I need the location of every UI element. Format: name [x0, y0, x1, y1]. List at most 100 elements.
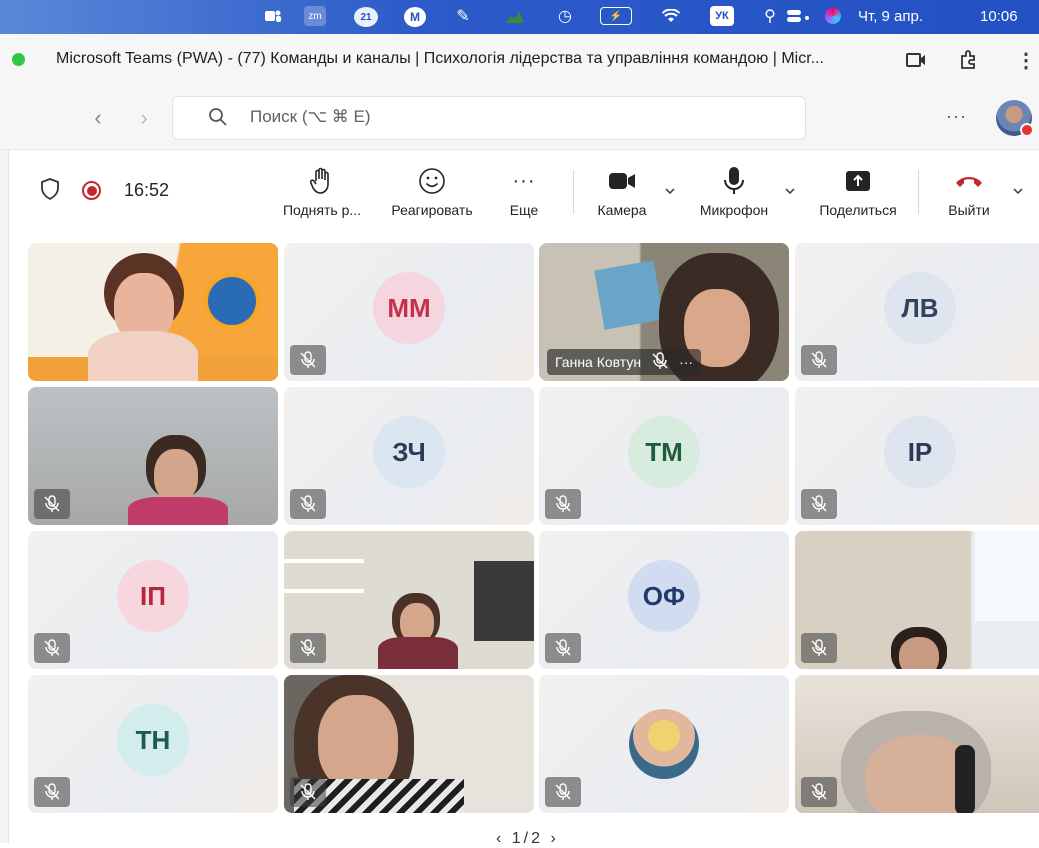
left-rail: [0, 150, 9, 843]
zoom-tray-icon[interactable]: zm: [304, 6, 326, 26]
share-label: Поделиться: [819, 202, 897, 218]
participant-tile[interactable]: [284, 675, 534, 813]
react-button[interactable]: Реагировать: [384, 166, 480, 218]
share-icon: [844, 166, 872, 196]
separator: [573, 170, 574, 214]
raise-hand-button[interactable]: Поднять р...: [276, 166, 368, 218]
window-title: Microsoft Teams (PWA) - (77) Команды и к…: [56, 50, 824, 67]
share-button[interactable]: Поделиться: [812, 166, 904, 218]
participant-tile[interactable]: [28, 243, 278, 381]
menubar-date[interactable]: Чт, 9 апр.: [858, 4, 936, 28]
muted-mic-icon: [290, 345, 326, 375]
muted-mic-icon: [290, 633, 326, 663]
muted-mic-icon: [545, 489, 581, 519]
microphone-label: Микрофон: [699, 202, 769, 218]
participant-initials: ЗЧ: [373, 416, 445, 488]
control-center-icon[interactable]: [784, 4, 814, 28]
participant-tile[interactable]: ІП: [28, 531, 278, 669]
extensions-icon[interactable]: [956, 48, 980, 72]
leave-label: Выйти: [948, 202, 990, 218]
camera-button[interactable]: Камера: [592, 166, 652, 218]
more-icon: ···: [512, 169, 536, 192]
activity-tray-icon[interactable]: [504, 4, 526, 28]
muted-mic-icon: [801, 489, 837, 519]
participant-tile[interactable]: [284, 531, 534, 669]
keyboard-layout-indicator[interactable]: УК: [710, 6, 734, 26]
muted-mic-icon: [290, 777, 326, 807]
teams-tray-icon[interactable]: [262, 4, 284, 28]
raise-hand-icon: [310, 166, 334, 196]
participant-tile[interactable]: ЗЧ: [284, 387, 534, 525]
muted-mic-icon: [545, 633, 581, 663]
browser-menu-icon[interactable]: ⋮: [1014, 48, 1038, 72]
participant-initials: ТН: [117, 704, 189, 776]
time-machine-icon[interactable]: ◷: [554, 4, 576, 28]
zoom-label: zm: [308, 10, 322, 22]
back-arrow-icon[interactable]: ‹: [88, 105, 108, 131]
participant-more-icon[interactable]: ···: [679, 354, 693, 370]
raise-hand-label: Поднять р...: [282, 202, 362, 218]
participant-tile[interactable]: [28, 387, 278, 525]
muted-mic-icon: [545, 777, 581, 807]
search-icon: [208, 107, 228, 127]
mail-label: M: [410, 10, 420, 24]
more-label: Еще: [509, 202, 539, 218]
leave-icon: [954, 166, 984, 196]
muted-mic-icon: [34, 777, 70, 807]
participant-initials: ІР: [884, 416, 956, 488]
muted-mic-icon: [651, 351, 669, 373]
spotlight-icon[interactable]: ⚲: [760, 4, 780, 28]
camera-label: Камера: [597, 202, 647, 218]
mail-tray-icon[interactable]: M: [404, 7, 426, 27]
macos-menu-bar: zm 21 M ✎ ◷ ⚡ УК ⚲ Чт, 9 апр. 10:06: [0, 0, 1039, 34]
participant-tile[interactable]: Ганна Ковтун ···: [539, 243, 789, 381]
participant-tile[interactable]: [539, 675, 789, 813]
scribble-tray-icon[interactable]: ✎: [452, 4, 474, 28]
menubar-time[interactable]: 10:06: [980, 4, 1032, 28]
react-icon: [418, 166, 446, 196]
wifi-icon[interactable]: [660, 4, 682, 28]
header-more-icon[interactable]: ···: [946, 106, 967, 127]
react-label: Реагировать: [391, 202, 473, 218]
calendar-tray-icon[interactable]: 21: [354, 7, 378, 27]
participant-tile[interactable]: ОФ: [539, 531, 789, 669]
calendar-badge: 21: [360, 11, 372, 23]
camera-options-chevron-icon[interactable]: [664, 184, 676, 196]
participant-initials: ММ: [373, 272, 445, 344]
participant-tile[interactable]: ТМ: [539, 387, 789, 525]
microphone-button[interactable]: Микрофон: [692, 166, 776, 218]
participant-tile[interactable]: ІР: [795, 387, 1039, 525]
participant-initials: ІП: [117, 560, 189, 632]
more-actions-button[interactable]: ··· Еще: [504, 166, 544, 219]
presence-busy-badge: [1020, 123, 1034, 137]
participant-video: [28, 243, 278, 381]
shield-icon[interactable]: [40, 178, 60, 201]
muted-mic-icon: [34, 633, 70, 663]
participant-name-bar: Ганна Ковтун ···: [547, 349, 702, 375]
battery-icon[interactable]: ⚡: [600, 7, 632, 25]
participant-initials: ЛВ: [884, 272, 956, 344]
recording-icon: [82, 181, 101, 200]
participant-tile[interactable]: [795, 675, 1039, 813]
participant-initials: ТМ: [628, 416, 700, 488]
siri-icon[interactable]: [822, 4, 844, 28]
cast-icon[interactable]: [904, 48, 928, 72]
separator: [918, 170, 919, 214]
microphone-icon: [723, 166, 745, 196]
gallery-pager[interactable]: ‹ 1/2 ›: [496, 830, 559, 848]
participant-tile[interactable]: ТН: [28, 675, 278, 813]
keyboard-layout-label: УК: [715, 10, 729, 22]
leave-button[interactable]: Выйти: [940, 166, 998, 218]
meeting-timer: 16:52: [124, 180, 170, 200]
participant-tile[interactable]: ЛВ: [795, 243, 1039, 381]
forward-arrow-icon[interactable]: ›: [134, 105, 154, 131]
participant-tile[interactable]: ММ: [284, 243, 534, 381]
window-zoom-button[interactable]: [12, 53, 25, 66]
muted-mic-icon: [290, 489, 326, 519]
participant-name: Ганна Ковтун: [555, 354, 642, 370]
microphone-options-chevron-icon[interactable]: [784, 184, 796, 196]
leave-options-chevron-icon[interactable]: [1012, 184, 1024, 196]
participant-tile[interactable]: [795, 531, 1039, 669]
search-placeholder: Поиск (⌥ ⌘ E): [250, 107, 371, 126]
muted-mic-icon: [801, 777, 837, 807]
